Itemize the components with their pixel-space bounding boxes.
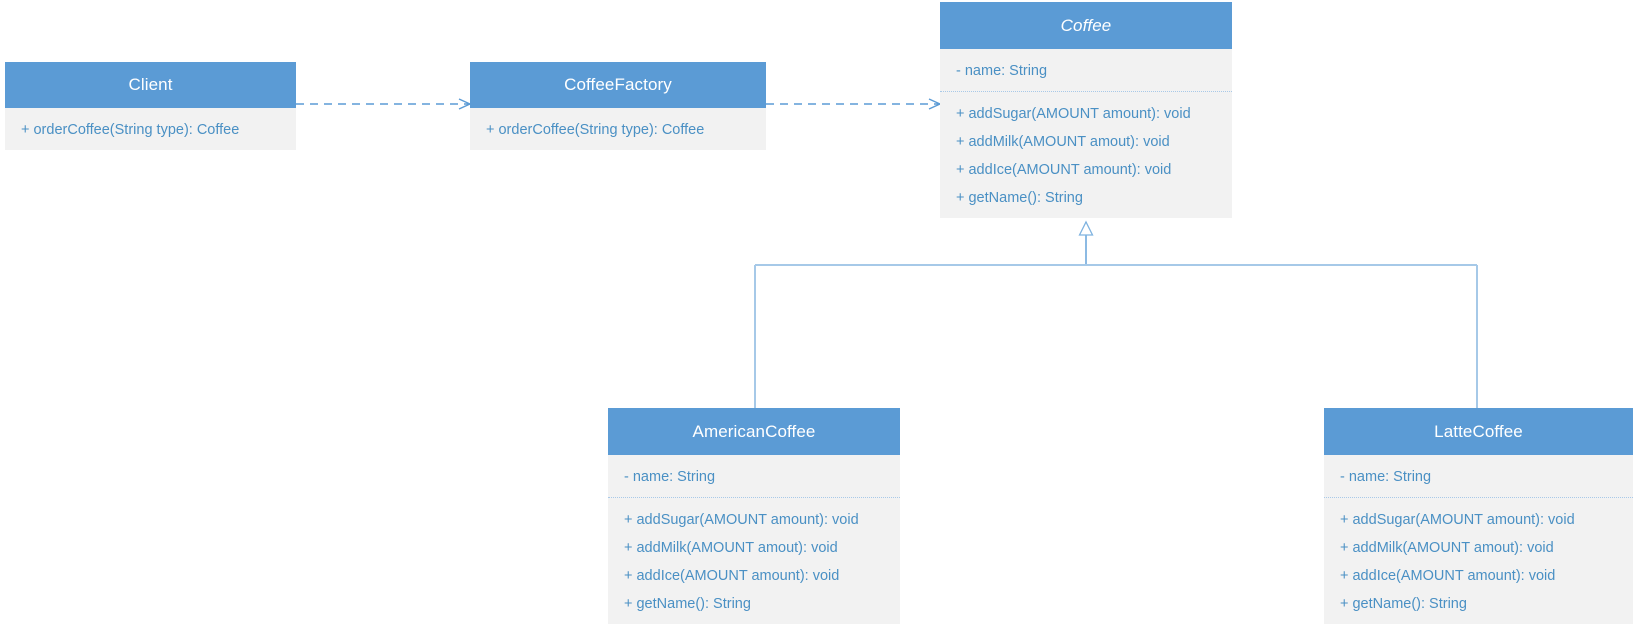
operation-row: + addSugar(AMOUNT amount): void: [1340, 512, 1575, 528]
operation-row: + orderCoffee(String type): Coffee: [486, 122, 705, 138]
operation-row: + getName(): String: [956, 190, 1083, 206]
class-body-coffeefactory: + orderCoffee(String type): Coffee: [470, 108, 766, 150]
class-name-coffeefactory: CoffeeFactory: [564, 75, 672, 94]
class-body-coffee: - name: String + addSugar(AMOUNT amount)…: [940, 49, 1232, 218]
class-header-lattecoffee: LatteCoffee: [1324, 408, 1633, 455]
attributes-section-coffee: - name: String: [940, 49, 1232, 91]
uml-class-diagram: Client + orderCoffee(String type): Coffe…: [0, 0, 1633, 642]
operation-row: + addMilk(AMOUNT amout): void: [624, 540, 838, 556]
class-box-americancoffee[interactable]: AmericanCoffee - name: String + addSugar…: [608, 408, 900, 624]
class-box-coffee[interactable]: Coffee - name: String + addSugar(AMOUNT …: [940, 2, 1232, 218]
class-name-coffee: Coffee: [1060, 15, 1112, 35]
class-header-americancoffee: AmericanCoffee: [608, 408, 900, 455]
class-box-coffeefactory[interactable]: CoffeeFactory + orderCoffee(String type)…: [470, 62, 766, 150]
operation-row: + getName(): String: [624, 596, 751, 612]
class-box-lattecoffee[interactable]: LatteCoffee - name: String + addSugar(AM…: [1324, 408, 1633, 624]
class-body-americancoffee: - name: String + addSugar(AMOUNT amount)…: [608, 455, 900, 624]
class-body-client: + orderCoffee(String type): Coffee: [5, 108, 296, 150]
class-name-client: Client: [128, 75, 173, 94]
operation-row: + addIce(AMOUNT amount): void: [956, 162, 1172, 178]
operations-section-coffeefactory: + orderCoffee(String type): Coffee: [470, 108, 766, 150]
operations-section-americancoffee: + addSugar(AMOUNT amount): void + addMil…: [608, 497, 900, 624]
operation-row: + orderCoffee(String type): Coffee: [21, 122, 240, 138]
attribute-row: - name: String: [956, 63, 1048, 79]
operation-row: + addIce(AMOUNT amount): void: [624, 568, 840, 584]
class-name-lattecoffee: LatteCoffee: [1434, 421, 1523, 441]
class-header-coffeefactory: CoffeeFactory: [470, 62, 766, 108]
attribute-row: - name: String: [1340, 469, 1432, 485]
class-header-coffee: Coffee: [940, 2, 1232, 49]
attributes-section-americancoffee: - name: String: [608, 455, 900, 497]
operation-row: + addMilk(AMOUNT amout): void: [1340, 540, 1554, 556]
operations-section-coffee: + addSugar(AMOUNT amount): void + addMil…: [940, 91, 1232, 218]
operation-row: + addSugar(AMOUNT amount): void: [956, 106, 1191, 122]
operations-section-client: + orderCoffee(String type): Coffee: [5, 108, 296, 150]
attributes-section-lattecoffee: - name: String: [1324, 455, 1633, 497]
class-body-lattecoffee: - name: String + addSugar(AMOUNT amount)…: [1324, 455, 1633, 624]
attribute-row: - name: String: [624, 469, 716, 485]
class-box-client[interactable]: Client + orderCoffee(String type): Coffe…: [5, 62, 296, 150]
class-name-americancoffee: AmericanCoffee: [692, 421, 816, 441]
operation-row: + addSugar(AMOUNT amount): void: [624, 512, 859, 528]
operation-row: + addMilk(AMOUNT amout): void: [956, 134, 1170, 150]
class-header-client: Client: [5, 62, 296, 108]
operation-row: + getName(): String: [1340, 596, 1467, 612]
operation-row: + addIce(AMOUNT amount): void: [1340, 568, 1556, 584]
operations-section-lattecoffee: + addSugar(AMOUNT amount): void + addMil…: [1324, 497, 1633, 624]
